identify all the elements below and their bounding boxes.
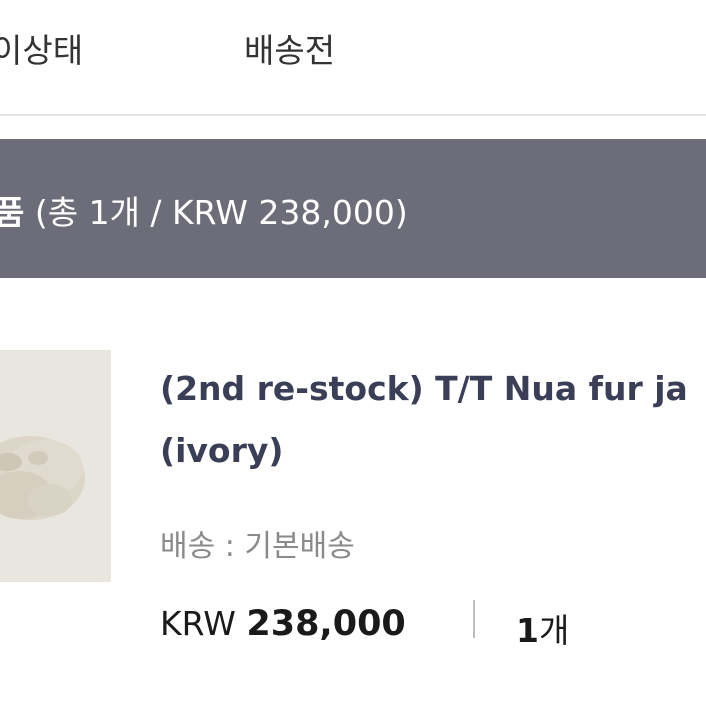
product-image[interactable] (0, 350, 111, 582)
status-value: 배송전 (244, 31, 336, 70)
fur-jacket-image (0, 350, 111, 582)
price-currency: KRW (160, 604, 247, 643)
product-name-line1[interactable]: (2nd re-stock) T/T Nua fur ja (160, 358, 706, 420)
quantity-number: 1 (516, 611, 539, 650)
order-detail-page: 이상태 배송전 품 (총 1개 / KRW 238,000) (2nd re-s… (0, 0, 706, 706)
status-label: 이상태 (0, 31, 84, 70)
order-status-row: 이상태 배송전 (0, 0, 706, 116)
quantity-unit: 개 (538, 611, 570, 650)
order-summary-text: 품 (총 1개 / KRW 238,000) (0, 186, 408, 234)
quantity: 1개 (516, 604, 569, 652)
order-summary-title: 품 (0, 193, 25, 232)
product-name[interactable]: (2nd re-stock) T/T Nua fur ja (ivory) (160, 358, 706, 482)
order-summary-total: (총 1개 / KRW 238,000) (24, 193, 408, 232)
shipping-method: 배송 : 기본배송 (160, 529, 355, 564)
product-name-line2[interactable]: (ivory) (160, 420, 706, 482)
price: KRW 238,000 (160, 604, 406, 648)
price-quantity-divider (473, 600, 475, 638)
price-amount: 238,000 (246, 604, 406, 644)
